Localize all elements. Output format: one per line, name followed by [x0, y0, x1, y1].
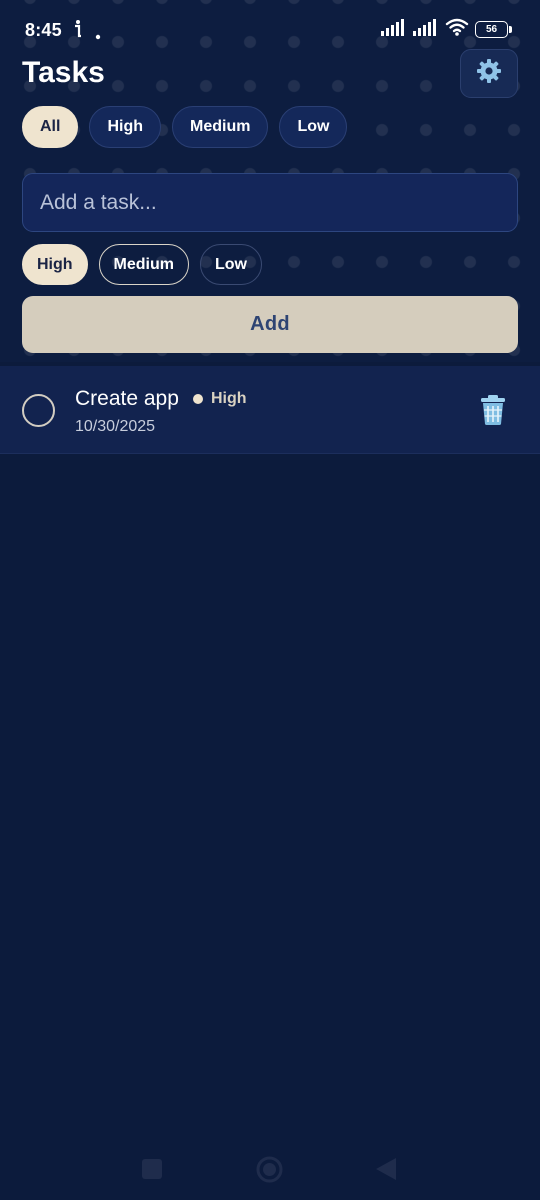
settings-button[interactable]: [460, 49, 518, 98]
battery-level: 56: [485, 24, 498, 35]
home-circle-icon[interactable]: [256, 1156, 283, 1188]
app-screen: 8:45 56 Tasks All High Medium Low Add a …: [0, 0, 540, 1200]
signal-icon: [413, 18, 439, 41]
task-priority-label: High: [211, 390, 247, 407]
task-list-item[interactable]: Create app High 10/30/2025: [0, 366, 540, 454]
status-bar: 8:45 56: [0, 0, 540, 62]
status-icons: 56: [381, 18, 512, 41]
wifi-icon: [445, 18, 469, 41]
dot-icon: [95, 27, 101, 45]
signal-icon: [381, 18, 407, 41]
priority-selector: High Medium Low: [22, 244, 262, 285]
filter-chips: All High Medium Low: [22, 106, 348, 148]
task-date: 10/30/2025: [75, 418, 156, 435]
back-triangle-icon[interactable]: [376, 1158, 396, 1185]
filter-all[interactable]: All: [22, 106, 79, 148]
priority-low-option[interactable]: Low: [200, 244, 262, 285]
priority-high-option[interactable]: High: [22, 244, 88, 285]
page-title: Tasks: [22, 56, 105, 89]
filter-medium[interactable]: Medium: [172, 106, 269, 148]
delete-task-button[interactable]: [478, 394, 510, 428]
task-complete-checkbox[interactable]: [22, 394, 55, 427]
filter-high[interactable]: High: [89, 106, 161, 148]
filter-low[interactable]: Low: [279, 106, 348, 148]
priority-dot-icon: [193, 394, 203, 404]
trash-icon: [478, 395, 508, 430]
info-icon: [73, 19, 83, 44]
status-time: 8:45: [25, 20, 62, 40]
task-title: Create app: [75, 387, 179, 410]
task-input[interactable]: Add a task...: [22, 173, 518, 232]
priority-medium-option[interactable]: Medium: [98, 244, 189, 285]
gear-icon: [476, 58, 502, 89]
add-task-button[interactable]: Add: [22, 296, 518, 353]
system-navigation-bar: [0, 1134, 540, 1200]
battery-icon: 56: [475, 21, 512, 38]
recents-square-icon[interactable]: [142, 1159, 162, 1184]
task-input-placeholder: Add a task...: [40, 190, 157, 214]
